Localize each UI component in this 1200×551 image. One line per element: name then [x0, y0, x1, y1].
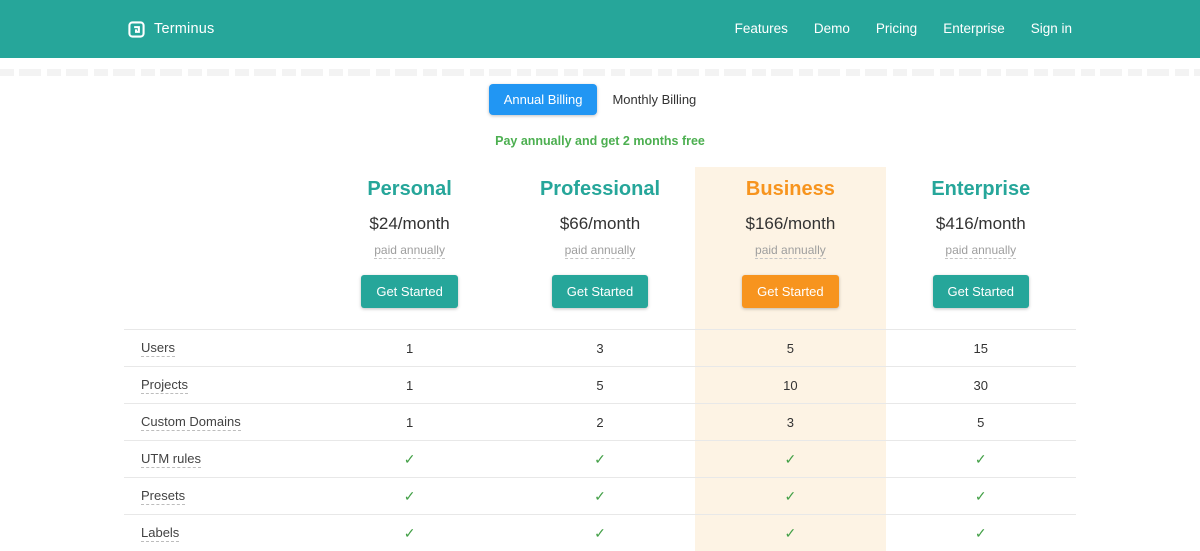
plan-name: Professional: [505, 178, 695, 201]
feature-value: 5: [505, 367, 695, 403]
plan-note[interactable]: paid annually: [755, 243, 826, 259]
nav-links: Features Demo Pricing Enterprise Sign in: [735, 20, 1072, 38]
nav-link-signin[interactable]: Sign in: [1031, 21, 1072, 36]
plan-personal: Personal $24/month paid annually Get Sta…: [314, 167, 504, 329]
nav-link-pricing[interactable]: Pricing: [876, 21, 917, 36]
table-row-labels: Labels ✓ ✓ ✓ ✓: [124, 514, 1076, 551]
get-started-button-business[interactable]: Get Started: [742, 275, 838, 308]
feature-value: 3: [505, 330, 695, 366]
get-started-button-enterprise[interactable]: Get Started: [933, 275, 1029, 308]
check-icon: ✓: [314, 478, 504, 514]
feature-value: 1: [314, 404, 504, 440]
feature-value: 30: [886, 367, 1076, 403]
plan-business: Business $166/month paid annually Get St…: [695, 167, 885, 329]
plan-note[interactable]: paid annually: [565, 243, 636, 259]
plan-headers: Personal $24/month paid annually Get Sta…: [124, 167, 1076, 329]
terminus-logo-icon: [128, 21, 145, 38]
plan-name: Business: [695, 178, 885, 201]
table-row-custom-domains: Custom Domains 1 2 3 5: [124, 403, 1076, 440]
plan-price: $66/month: [505, 214, 695, 234]
check-icon: ✓: [886, 441, 1076, 477]
pricing-page: Annual Billing Monthly Billing Pay annua…: [0, 84, 1200, 551]
feature-label[interactable]: UTM rules: [141, 451, 201, 468]
feature-value: 2: [505, 404, 695, 440]
feature-value: 1: [314, 330, 504, 366]
check-icon: ✓: [314, 515, 504, 551]
check-icon: ✓: [505, 441, 695, 477]
feature-label[interactable]: Labels: [141, 525, 179, 542]
annual-billing-button[interactable]: Annual Billing: [489, 84, 598, 115]
feature-value: 1: [314, 367, 504, 403]
feature-value: 5: [886, 404, 1076, 440]
check-icon: ✓: [505, 515, 695, 551]
plan-note[interactable]: paid annually: [374, 243, 445, 259]
billing-toggle: Annual Billing Monthly Billing: [0, 84, 1200, 115]
feature-label[interactable]: Projects: [141, 377, 188, 394]
plan-name: Enterprise: [886, 178, 1076, 201]
top-nav: Terminus Features Demo Pricing Enterpris…: [0, 0, 1200, 58]
check-icon: ✓: [695, 478, 885, 514]
check-icon: ✓: [695, 441, 885, 477]
plan-price: $416/month: [886, 214, 1076, 234]
nav-link-features[interactable]: Features: [735, 21, 788, 36]
brand[interactable]: Terminus: [128, 21, 214, 38]
table-row-utm-rules: UTM rules ✓ ✓ ✓ ✓: [124, 440, 1076, 477]
table-row-users: Users 1 3 5 15: [124, 329, 1076, 366]
plan-price: $166/month: [695, 214, 885, 234]
plan-name: Personal: [314, 178, 504, 201]
plan-price: $24/month: [314, 214, 504, 234]
plan-enterprise: Enterprise $416/month paid annually Get …: [886, 167, 1076, 329]
monthly-billing-button[interactable]: Monthly Billing: [597, 84, 711, 115]
check-icon: ✓: [505, 478, 695, 514]
feature-label[interactable]: Presets: [141, 488, 185, 505]
pricing-table: Personal $24/month paid annually Get Sta…: [124, 167, 1076, 551]
feature-value: 5: [695, 330, 885, 366]
feature-label[interactable]: Users: [141, 340, 175, 357]
plan-note[interactable]: paid annually: [945, 243, 1016, 259]
get-started-button-personal[interactable]: Get Started: [361, 275, 457, 308]
table-row-presets: Presets ✓ ✓ ✓ ✓: [124, 477, 1076, 514]
brand-name: Terminus: [154, 21, 214, 37]
check-icon: ✓: [695, 515, 885, 551]
plan-professional: Professional $66/month paid annually Get…: [505, 167, 695, 329]
nav-link-demo[interactable]: Demo: [814, 21, 850, 36]
feature-value: 15: [886, 330, 1076, 366]
check-icon: ✓: [314, 441, 504, 477]
check-icon: ✓: [886, 515, 1076, 551]
nav-link-enterprise[interactable]: Enterprise: [943, 21, 1005, 36]
get-started-button-professional[interactable]: Get Started: [552, 275, 648, 308]
feature-label[interactable]: Custom Domains: [141, 414, 241, 431]
check-icon: ✓: [886, 478, 1076, 514]
feature-value: 10: [695, 367, 885, 403]
feature-value: 3: [695, 404, 885, 440]
promo-text: Pay annually and get 2 months free: [0, 134, 1200, 148]
decorative-dash-pattern: [0, 69, 1200, 76]
plans-spacer-cell: [124, 167, 314, 329]
table-row-projects: Projects 1 5 10 30: [124, 366, 1076, 403]
